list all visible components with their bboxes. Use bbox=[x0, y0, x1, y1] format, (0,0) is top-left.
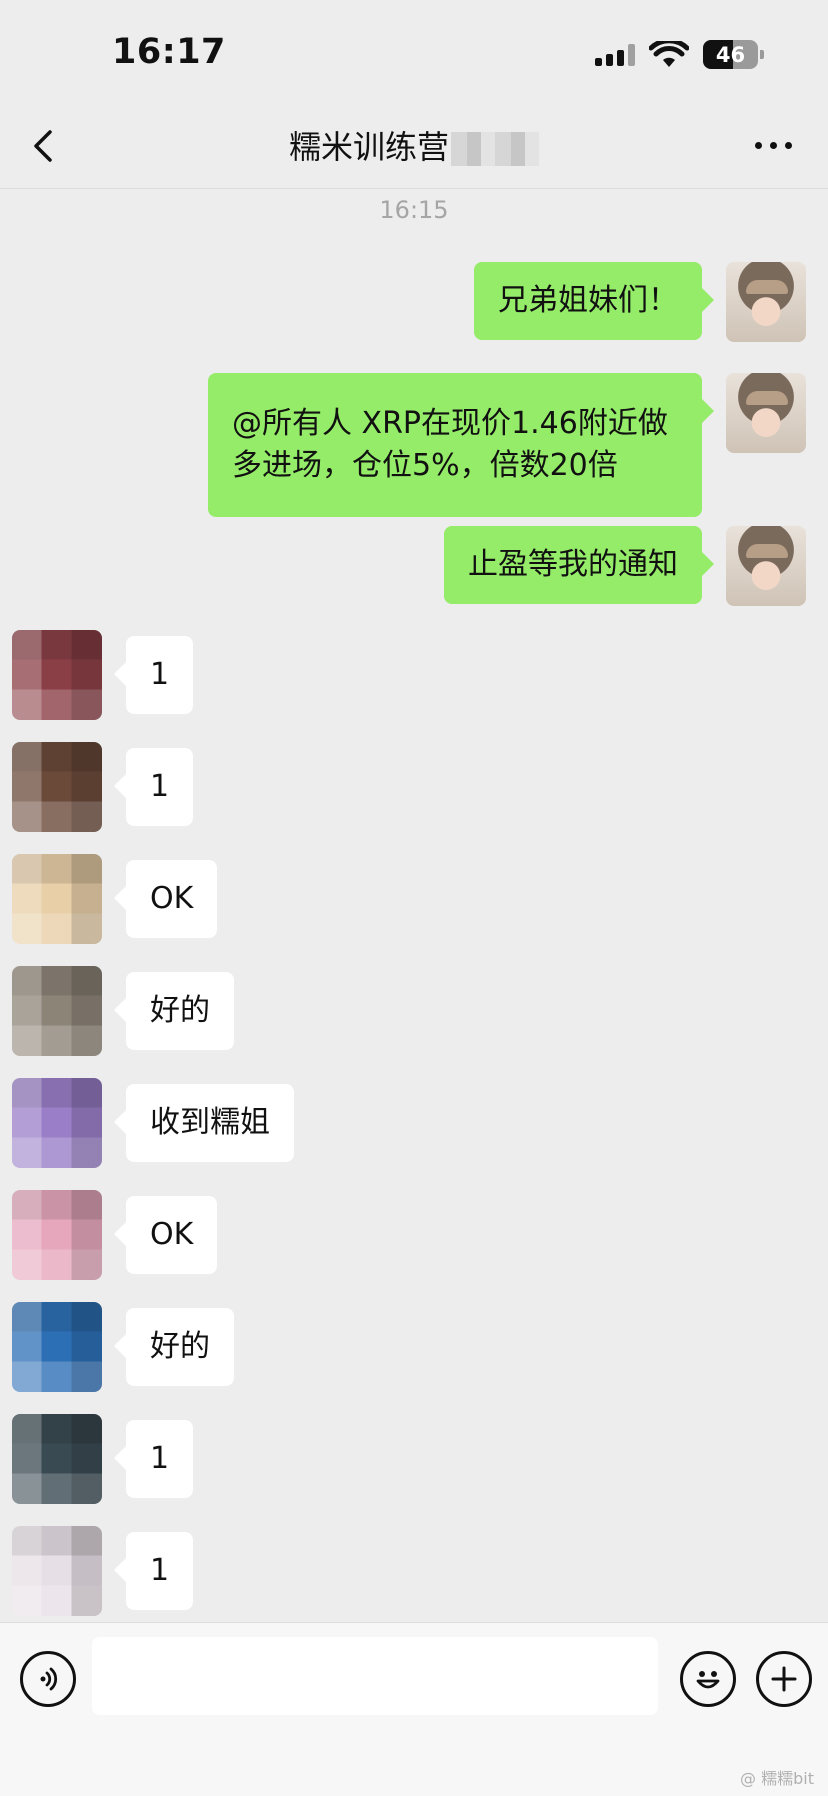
message-text: @所有人 XRP在现价1.46附近做多进场，仓位5%，倍数20倍 bbox=[232, 406, 668, 483]
member-avatar[interactable] bbox=[12, 742, 102, 832]
member-avatar[interactable] bbox=[12, 1414, 102, 1504]
chat-header: 糯米训练营 bbox=[0, 100, 828, 189]
message-text: 1 bbox=[150, 769, 170, 804]
input-bar bbox=[0, 1622, 828, 1796]
redacted-mosaic bbox=[451, 132, 539, 166]
message-text: 止盈等我的通知 bbox=[468, 547, 678, 582]
incoming-message[interactable]: 1 bbox=[113, 1532, 194, 1610]
battery-level: 46 bbox=[715, 42, 746, 67]
emoji-smile-icon bbox=[696, 1671, 720, 1689]
my-avatar[interactable] bbox=[726, 526, 806, 606]
status-icons: 46 bbox=[595, 40, 764, 69]
status-time: 16:17 bbox=[112, 32, 226, 72]
member-avatar[interactable] bbox=[12, 1302, 102, 1392]
emoji-button[interactable] bbox=[680, 1651, 736, 1707]
message-text: 1 bbox=[150, 1441, 170, 1476]
message-text: OK bbox=[150, 1217, 194, 1252]
message-text: 1 bbox=[150, 1553, 170, 1588]
member-avatar[interactable] bbox=[12, 1190, 102, 1280]
member-avatar[interactable] bbox=[12, 966, 102, 1056]
cellular-signal-icon bbox=[595, 43, 635, 66]
plus-icon bbox=[771, 1666, 797, 1692]
message-text: 好的 bbox=[150, 1329, 210, 1364]
chat-title-text: 糯米训练营 bbox=[288, 128, 449, 166]
incoming-message[interactable]: OK bbox=[113, 1196, 218, 1274]
message-text: 1 bbox=[150, 657, 170, 692]
message-text: 兄弟姐妹们！ bbox=[498, 283, 678, 318]
member-avatar[interactable] bbox=[12, 1526, 102, 1616]
member-avatar[interactable] bbox=[12, 854, 102, 944]
member-avatar[interactable] bbox=[12, 1078, 102, 1168]
incoming-message[interactable]: OK bbox=[113, 860, 218, 938]
battery-icon: 46 bbox=[703, 40, 764, 69]
message-text: 好的 bbox=[150, 993, 210, 1028]
more-functions-button[interactable] bbox=[756, 1651, 812, 1707]
outgoing-message[interactable]: @所有人 XRP在现价1.46附近做多进场，仓位5%，倍数20倍 bbox=[208, 373, 714, 517]
message-input[interactable] bbox=[92, 1637, 658, 1715]
message-text: 收到糯姐 bbox=[150, 1105, 270, 1140]
incoming-message[interactable]: 收到糯姐 bbox=[114, 1084, 294, 1162]
incoming-message[interactable]: 1 bbox=[113, 636, 194, 714]
chat-title: 糯米训练营 bbox=[0, 122, 828, 168]
message-timestamp: 16:15 bbox=[379, 196, 449, 224]
incoming-message[interactable]: 1 bbox=[113, 1420, 194, 1498]
watermark: @ 糯糯bit bbox=[740, 1769, 814, 1788]
more-options-icon[interactable] bbox=[755, 142, 792, 149]
my-avatar[interactable] bbox=[726, 262, 806, 342]
wifi-icon bbox=[649, 40, 689, 67]
incoming-message[interactable]: 好的 bbox=[114, 1308, 234, 1386]
incoming-message[interactable]: 1 bbox=[113, 748, 194, 826]
incoming-message[interactable]: 好的 bbox=[114, 972, 234, 1050]
outgoing-message[interactable]: 止盈等我的通知 bbox=[444, 526, 714, 604]
message-text: OK bbox=[150, 881, 194, 916]
my-avatar[interactable] bbox=[726, 373, 806, 453]
voice-icon bbox=[40, 1667, 58, 1691]
outgoing-message[interactable]: 兄弟姐妹们！ bbox=[474, 262, 714, 340]
member-avatar[interactable] bbox=[12, 630, 102, 720]
voice-input-button[interactable] bbox=[20, 1651, 76, 1707]
